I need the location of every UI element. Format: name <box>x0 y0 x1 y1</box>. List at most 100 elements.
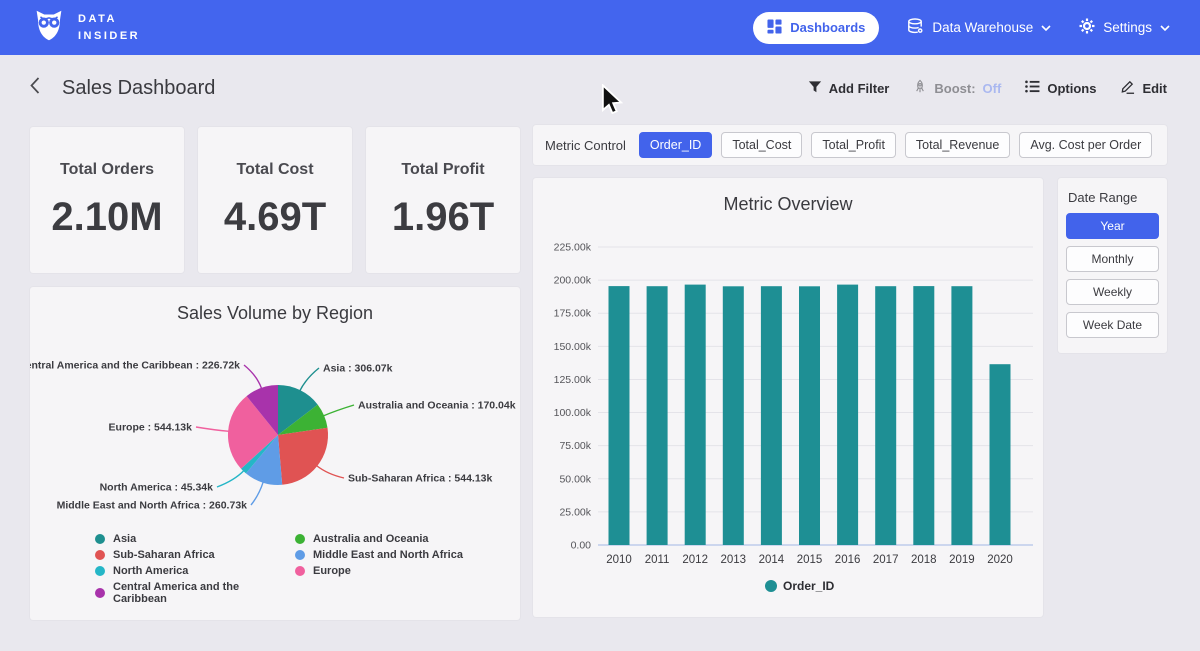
x-tick-label: 2020 <box>987 554 1013 566</box>
edit-button[interactable]: Edit <box>1120 79 1167 97</box>
date-range-monthly[interactable]: Monthly <box>1066 246 1159 272</box>
owl-logo-icon <box>30 6 68 49</box>
bar-legend-label[interactable]: Order_ID <box>783 579 835 593</box>
metric-chip-avg-cost-per-order[interactable]: Avg. Cost per Order <box>1019 132 1152 158</box>
legend-dot-icon <box>95 534 105 544</box>
pie-slice-label: Europe : 544.13k <box>109 422 193 434</box>
y-tick-label: 175.00k <box>554 308 592 320</box>
nav-data-warehouse-label: Data Warehouse <box>932 20 1033 35</box>
legend-item[interactable]: Central America and the Caribbean <box>95 581 295 605</box>
legend-label: Middle East and North Africa <box>313 549 463 561</box>
x-tick-label: 2010 <box>606 554 632 566</box>
metric-control-label: Metric Control <box>545 138 626 153</box>
legend-item[interactable]: North America <box>95 565 295 577</box>
sales-dashboard-app: DATA INSIDER Dashboards <box>0 0 1200 651</box>
nav-dashboards-label: Dashboards <box>790 20 865 35</box>
pie-slice-label: North America : 45.34k <box>100 482 214 494</box>
nav-settings-label: Settings <box>1103 20 1152 35</box>
bar-2010[interactable] <box>609 286 630 545</box>
metric-chip-total-cost[interactable]: Total_Cost <box>721 132 802 158</box>
kpi-label: Total Profit <box>401 161 484 179</box>
y-tick-label: 125.00k <box>554 374 592 386</box>
y-tick-label: 100.00k <box>554 407 592 419</box>
nav-dashboards-button[interactable]: Dashboards <box>753 12 879 44</box>
x-tick-label: 2019 <box>949 554 975 566</box>
legend-dot-icon <box>295 534 305 544</box>
legend-label: Asia <box>113 533 136 545</box>
bar-2014[interactable] <box>761 286 782 545</box>
rocket-icon <box>913 79 927 97</box>
metric-chip-total-profit[interactable]: Total_Profit <box>811 132 896 158</box>
legend-item[interactable]: Middle East and North Africa <box>295 549 463 561</box>
bar-2018[interactable] <box>913 286 934 545</box>
pie-leader-line <box>323 405 354 416</box>
legend-item[interactable]: Europe <box>295 565 463 577</box>
x-tick-label: 2012 <box>682 554 708 566</box>
boost-state: Off <box>983 81 1002 96</box>
y-tick-label: 150.00k <box>554 341 592 353</box>
y-tick-label: 0.00 <box>571 540 592 552</box>
date-range-panel: Date Range YearMonthlyWeeklyWeek Date <box>1058 178 1167 353</box>
kpi-label: Total Orders <box>60 161 154 179</box>
nav-settings[interactable]: Settings <box>1079 18 1170 37</box>
brand-logo[interactable]: DATA INSIDER <box>30 6 140 49</box>
nav-data-warehouse[interactable]: Data Warehouse <box>907 18 1051 38</box>
legend-label: Europe <box>313 565 351 577</box>
y-tick-label: 75.00k <box>559 440 591 452</box>
bar-legend-dot-icon <box>765 580 777 592</box>
metric-control-options: Order_ID Total_Cost Total_Profit Total_Reve… <box>639 132 1152 158</box>
bar-2011[interactable] <box>647 286 668 545</box>
pencil-icon <box>1120 79 1135 97</box>
bar-2015[interactable] <box>799 286 820 545</box>
x-tick-label: 2015 <box>797 554 823 566</box>
y-tick-label: 225.00k <box>554 242 592 254</box>
gear-icon <box>1079 18 1095 37</box>
chevron-down-icon <box>1041 20 1051 35</box>
pie-slice-label: Middle East and North Africa : 260.73k <box>57 500 248 512</box>
pie-slice-label: Australia and Oceania : 170.04k <box>358 400 516 412</box>
pie-chart: Asia : 306.07kAustralia and Oceania : 17… <box>30 330 520 526</box>
bar-2013[interactable] <box>723 286 744 545</box>
x-tick-label: 2018 <box>911 554 937 566</box>
brand-line2: INSIDER <box>78 28 140 45</box>
legend-item[interactable]: Sub-Saharan Africa <box>95 549 295 561</box>
metric-chip-total-revenue[interactable]: Total_Revenue <box>905 132 1010 158</box>
bar-chart-title: Metric Overview <box>533 178 1043 215</box>
y-tick-label: 25.00k <box>559 506 591 518</box>
bar-2017[interactable] <box>875 286 896 545</box>
bar-2019[interactable] <box>951 286 972 545</box>
legend-label: Sub-Saharan Africa <box>113 549 215 561</box>
bar-2020[interactable] <box>990 364 1011 545</box>
add-filter-label: Add Filter <box>829 81 890 96</box>
database-icon <box>907 18 924 38</box>
boost-label: Boost: <box>934 81 975 96</box>
legend-item[interactable]: Asia <box>95 533 295 545</box>
date-range-weekly[interactable]: Weekly <box>1066 279 1159 305</box>
date-range-options: Year Monthly Weekly Week Date <box>1066 213 1159 338</box>
legend-item[interactable]: Australia and Oceania <box>295 533 463 545</box>
chevron-down-icon <box>1160 20 1170 35</box>
metric-chip-order-id[interactable]: Order_ID <box>639 132 712 158</box>
date-range-year[interactable]: Year <box>1066 213 1159 239</box>
dashboard-header: Sales Dashboard Add Filter Boost: Off <box>0 55 1200 121</box>
options-button[interactable]: Options <box>1025 80 1096 96</box>
x-tick-label: 2014 <box>759 554 785 566</box>
x-tick-label: 2013 <box>721 554 747 566</box>
bar-2012[interactable] <box>685 285 706 545</box>
pie-leader-line <box>316 466 344 479</box>
add-filter-button[interactable]: Add Filter <box>808 80 890 97</box>
legend-dot-icon <box>295 550 305 560</box>
pie-leader-line <box>251 482 263 505</box>
boost-toggle[interactable]: Boost: Off <box>913 79 1001 97</box>
legend-dot-icon <box>95 566 105 576</box>
date-range-week-date[interactable]: Week Date <box>1066 312 1159 338</box>
options-label: Options <box>1047 81 1096 96</box>
bar-2016[interactable] <box>837 285 858 545</box>
kpi-value: 4.69T <box>224 195 326 240</box>
pie-leader-line <box>244 365 262 389</box>
edit-label: Edit <box>1142 81 1167 96</box>
kpi-value: 1.96T <box>392 195 494 240</box>
pie-slice-2[interactable] <box>278 428 328 485</box>
back-button[interactable] <box>30 77 40 99</box>
pie-leader-line <box>196 427 229 431</box>
